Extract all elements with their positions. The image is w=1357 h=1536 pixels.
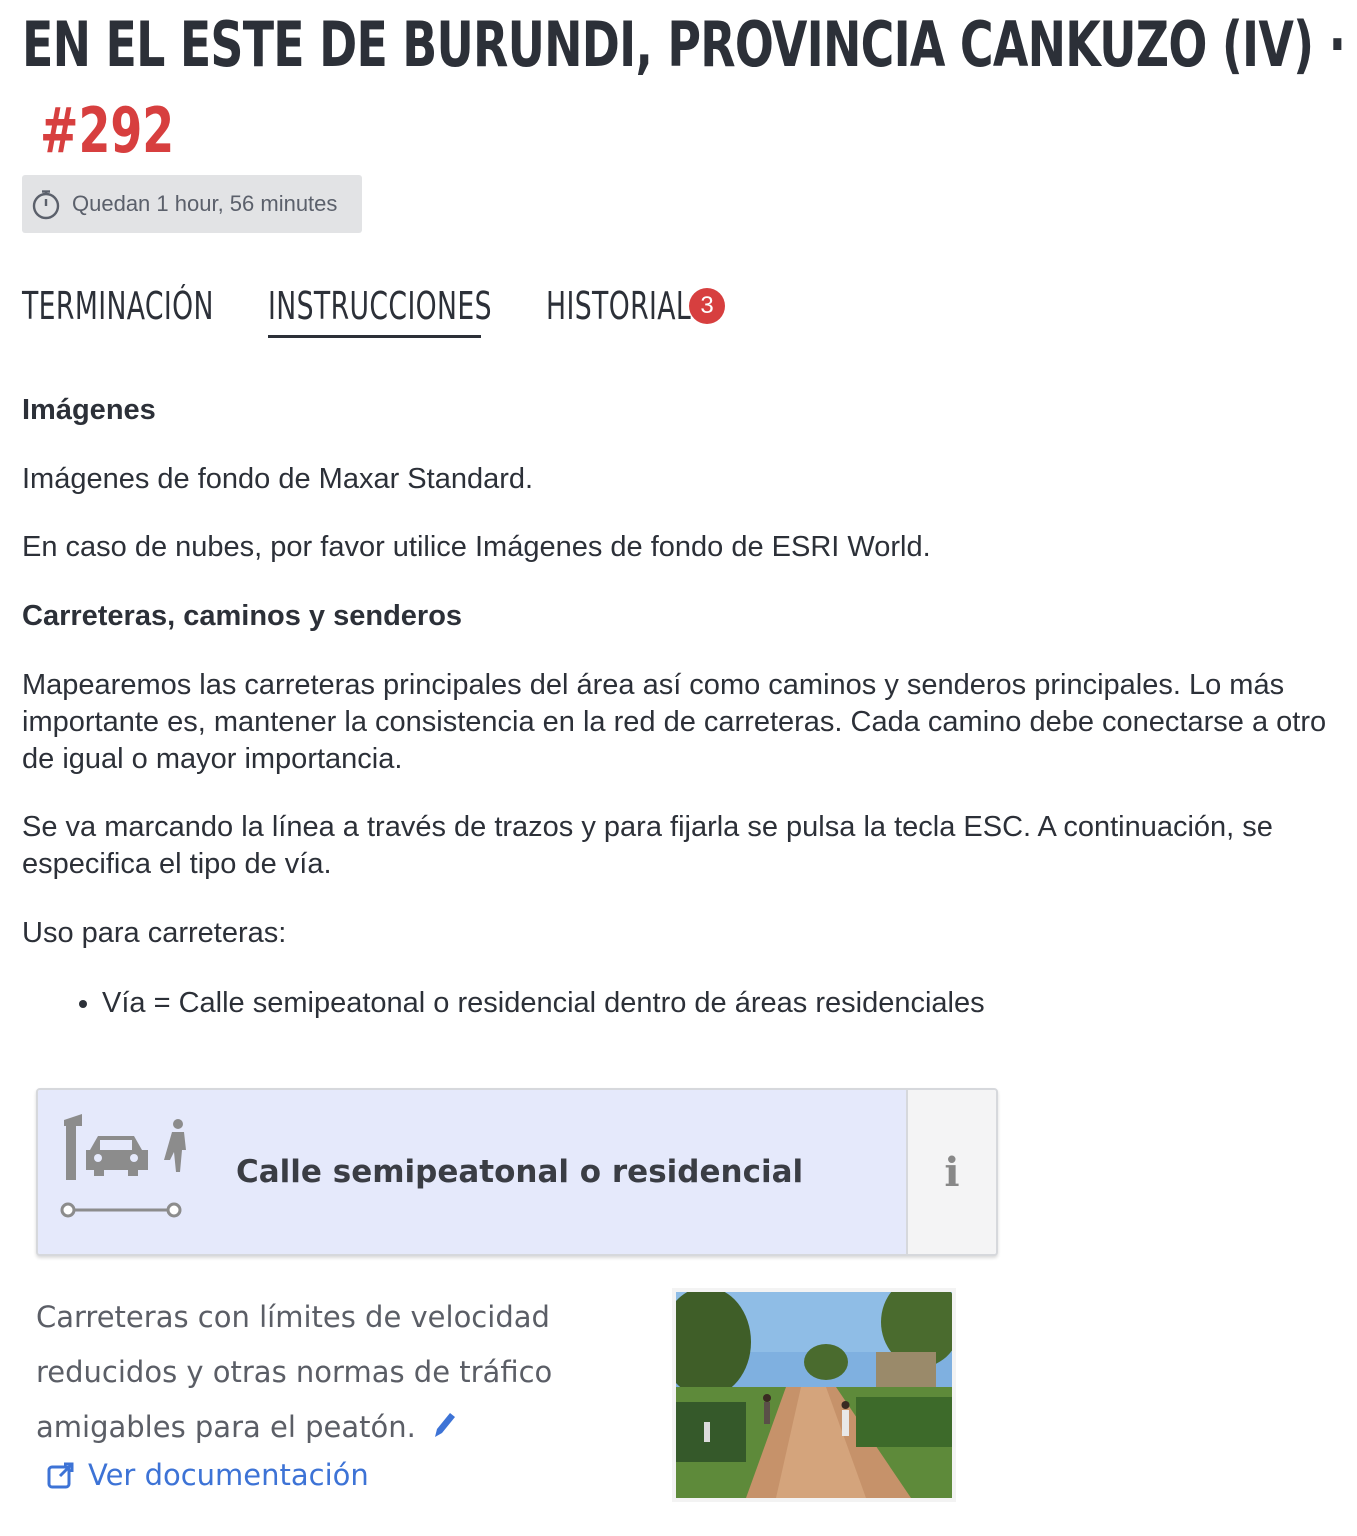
usage-label: Uso para carreteras: [22,917,287,949]
roads-paragraph-1: Mapearemos las carreteras principales de… [22,669,1327,775]
documentation-link-text: Ver documentación [88,1458,369,1492]
info-button[interactable]: i [906,1090,996,1254]
tab-instrucciones[interactable]: INSTRUCCIONES [268,280,492,336]
preset-description-text: Carreteras con límites de velocidad redu… [36,1300,553,1444]
pencil-icon[interactable] [431,1409,457,1441]
tab-terminacion[interactable]: TERMINACIÓN [22,280,214,336]
imagery-paragraph-1: Imágenes de fondo de Maxar Standard. [22,463,534,495]
page-title: EN EL ESTE DE BURUNDI, PROVINCIA CANKUZO… [22,8,1346,81]
time-remaining-badge: Quedan 1 hour, 56 minutes [22,175,362,233]
timer-text: Quedan 1 hour, 56 minutes [72,191,338,216]
usage-list: Vía = Calle semipeatonal o residencial d… [22,985,1342,1022]
task-number: #292 [40,94,175,167]
documentation-link[interactable]: Ver documentación [46,1458,369,1492]
active-tab-indicator [268,335,481,338]
stopwatch-icon [32,190,60,220]
roads-heading: Carreteras, caminos y senderos [22,600,463,632]
external-link-icon [47,1462,74,1489]
imagery-paragraph-2: En caso de nubes, por favor utilice Imág… [22,531,931,563]
history-count-badge: 3 [689,288,725,324]
imagery-heading: Imágenes [22,394,156,426]
tab-historial[interactable]: HISTORIAL [546,280,691,336]
residential-road-icon [38,1090,208,1254]
preset-description: Carreteras con límites de velocidad redu… [36,1290,596,1455]
roads-paragraph-2: Se va marcando la línea a través de traz… [22,811,1273,880]
instructions-content: Imágenes Imágenes de fondo de Maxar Stan… [22,392,1342,1022]
example-road-photo [676,1292,952,1498]
list-item: Vía = Calle semipeatonal o residencial d… [102,985,1342,1022]
preset-card[interactable]: Calle semipeatonal o residencial i [36,1088,998,1256]
preset-label: Calle semipeatonal o residencial [206,1090,908,1254]
